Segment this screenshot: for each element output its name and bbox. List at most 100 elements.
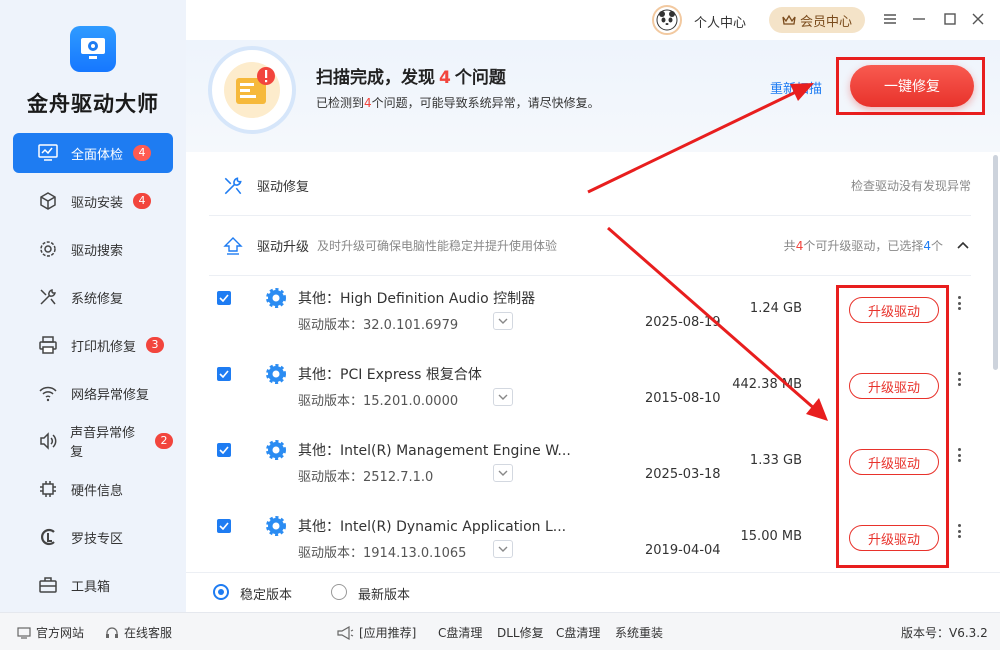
driver-repair-title: 驱动修复 [257,180,310,195]
sidebar-badge: 2 [155,433,173,449]
chevron-down-icon [498,318,508,324]
wifi-icon [37,382,59,404]
driver-upgrade-desc: 及时升级可确保电脑性能稳定并提升使用体验 [317,239,558,253]
more-options-icon[interactable] [953,445,965,465]
gear-search-icon [37,238,59,260]
sidebar-item-driver-install[interactable]: 驱动安装 4 [13,181,173,221]
driver-size: 1.33 GB [749,453,802,468]
version-number: 版本号：V6.3.2 [901,626,988,640]
app-recommend[interactable]: [应用推荐] [336,624,416,641]
website-label: 官方网站 [36,626,85,640]
driver-upgrade-section[interactable]: 驱动升级 及时升级可确保电脑性能稳定并提升使用体验 共4个可升级驱动，已选择4个 [209,216,971,276]
vip-label: 会员中心 [799,14,852,30]
tools-icon [221,174,245,198]
chevron-down-icon [498,470,508,476]
sidebar-badge: 4 [133,193,152,209]
problem-count: 4 [439,68,451,88]
maximize-icon[interactable] [941,10,959,28]
sidebar-item-printer-repair[interactable]: 打印机修复 3 [13,325,173,365]
driver-name: 其他：Intel(R) Management Engine W... [298,443,571,459]
more-options-icon[interactable] [953,293,965,313]
sidebar-item-system-repair[interactable]: 系统修复 [13,277,173,317]
driver-date: 2015-08-10 [645,391,721,406]
chevron-down-icon [498,546,508,552]
fix-all-button[interactable]: 一键修复 [850,65,974,107]
chevron-up-icon[interactable] [957,240,969,250]
driver-size: 1.24 GB [749,301,802,316]
scrollbar[interactable] [993,155,998,370]
scan-sub-suffix: 个问题，可能导致系统异常，请尽快修复。 [371,96,600,110]
driver-checkbox[interactable] [217,291,231,305]
chip-icon [37,478,59,500]
sidebar-item-toolbox[interactable]: 工具箱 [13,565,173,605]
upgrade-count-prefix: 共 [783,239,796,253]
upgrade-buttons-highlight [836,285,949,568]
sidebar-badge: 4 [133,145,152,161]
driver-version: 驱动版本：32.0.101.6979 [298,318,459,333]
latest-version-radio[interactable] [331,584,347,600]
sidebar-item-label: 全面体检 [71,147,124,163]
sidebar-item-label: 驱动搜索 [71,243,124,259]
website-icon [17,626,31,639]
support-link[interactable]: 在线客服 [105,624,172,641]
gear-icon [265,287,287,309]
scan-report-icon [208,46,296,134]
scan-sub-count: 4 [364,96,372,110]
driver-checkbox[interactable] [217,367,231,381]
crown-icon [782,14,796,26]
sidebar-item-label: 网络异常修复 [71,387,150,403]
driver-size: 442.38 MB [732,377,802,392]
more-options-icon[interactable] [953,369,965,389]
driver-repair-section: 驱动修复 检查驱动没有发现异常 [209,156,971,216]
sidebar-item-network-repair[interactable]: 网络异常修复 [13,373,173,413]
minimize-icon[interactable] [910,10,928,28]
sidebar-item-hardware-info[interactable]: 硬件信息 [13,469,173,509]
version-dropdown[interactable] [493,388,513,406]
personal-center-link[interactable]: 个人中心 [694,12,746,31]
close-icon[interactable] [969,10,987,28]
speaker-icon [37,430,58,452]
version-dropdown[interactable] [493,312,513,330]
chevron-down-icon [498,394,508,400]
driver-date: 2025-03-18 [645,467,721,482]
version-dropdown[interactable] [493,540,513,558]
sidebar: 金舟驱动大师 全面体检 4 驱动安装 4 驱动搜索 系统修复 打印机修复 3 网… [0,0,186,614]
gear-icon [265,439,287,461]
driver-checkbox[interactable] [217,443,231,457]
footer-link-c-clean-2[interactable]: C盘清理 [556,624,600,641]
menu-icon[interactable] [881,10,899,28]
upgrade-selected-count: 4 [923,239,931,253]
upgrade-icon [221,234,245,258]
footer-link-dll-repair[interactable]: DLL修复 [497,624,544,641]
footer-link-system-reinstall[interactable]: 系统重装 [615,624,663,641]
package-icon [37,190,59,212]
app-recommend-label: [应用推荐] [359,626,417,640]
driver-date: 2019-04-04 [645,543,721,558]
vip-center-button[interactable]: 会员中心 [769,7,865,33]
avatar[interactable] [652,5,682,35]
sidebar-item-label: 系统修复 [71,291,124,307]
sidebar-item-logitech[interactable]: 罗技专区 [13,517,173,557]
app-logo-icon [70,26,116,72]
upgrade-count-middle: 个可升级驱动，已选择 [803,239,924,253]
version-dropdown[interactable] [493,464,513,482]
sidebar-item-sound-repair[interactable]: 声音异常修复 2 [13,421,173,461]
driver-checkbox[interactable] [217,519,231,533]
sidebar-nav: 全面体检 4 驱动安装 4 驱动搜索 系统修复 打印机修复 3 网络异常修复 声… [13,133,173,613]
footer-link-c-clean[interactable]: C盘清理 [438,624,482,641]
scan-sub-prefix: 已检测到 [316,96,365,110]
gear-icon [265,363,287,385]
website-link[interactable]: 官方网站 [17,624,84,641]
tools-icon [37,286,59,308]
sidebar-item-driver-search[interactable]: 驱动搜索 [13,229,173,269]
rescan-link[interactable]: 重新扫描 [770,78,822,97]
sidebar-item-label: 打印机修复 [71,339,137,355]
scan-title-prefix: 扫描完成，发现 [316,68,435,88]
more-options-icon[interactable] [953,521,965,541]
stable-version-radio[interactable] [213,584,229,600]
driver-version: 驱动版本：2512.7.1.0 [298,470,434,485]
sidebar-badge: 3 [146,337,165,353]
upgrade-count-text: 共4个可升级驱动，已选择4个 [784,237,943,254]
sidebar-item-full-check[interactable]: 全面体检 4 [13,133,173,173]
toolbox-icon [37,574,59,596]
